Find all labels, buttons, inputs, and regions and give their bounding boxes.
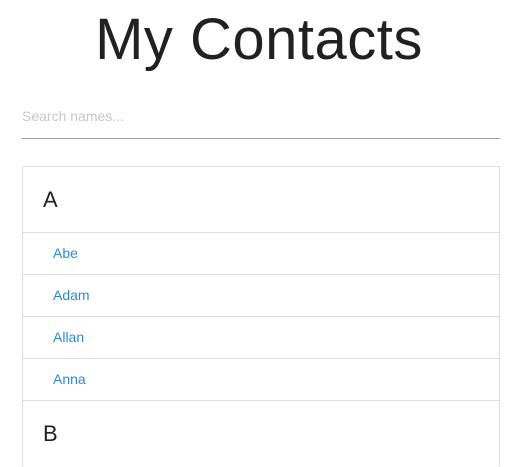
group-header-a: A: [23, 167, 499, 233]
group-header-b: B: [43, 421, 58, 446]
search-input[interactable]: [22, 100, 500, 132]
contacts-list: A Abe Adam Allan Anna B: [22, 166, 500, 467]
contact-item-allan[interactable]: Allan: [23, 317, 499, 359]
contact-item-anna[interactable]: Anna: [23, 359, 499, 401]
contact-item-adam[interactable]: Adam: [23, 275, 499, 317]
search-field[interactable]: [22, 100, 500, 139]
contact-item-abe[interactable]: Abe: [23, 233, 499, 275]
page-title: My Contacts: [95, 7, 423, 72]
